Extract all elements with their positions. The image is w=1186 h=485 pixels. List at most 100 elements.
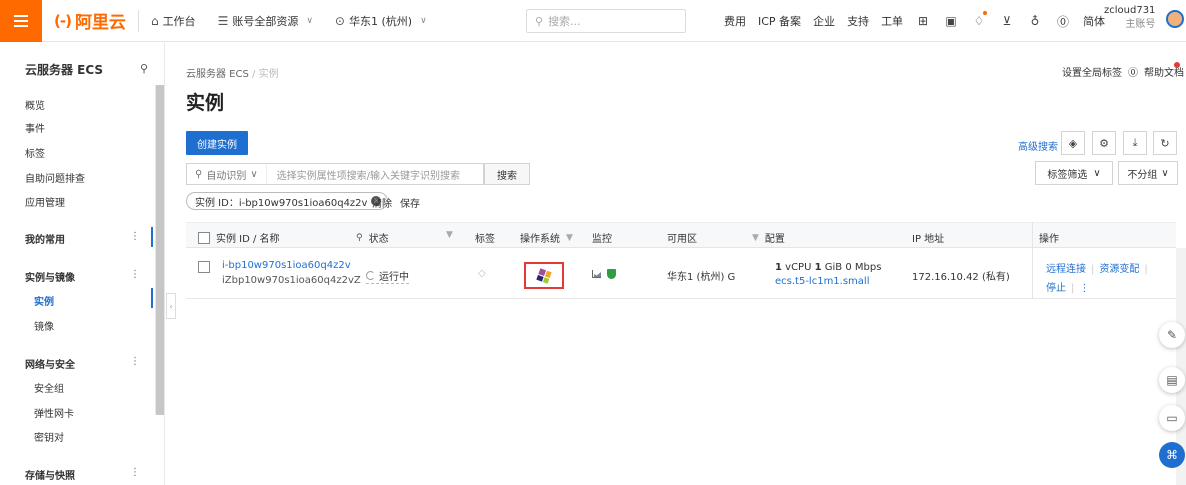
menu-icon[interactable] (0, 0, 42, 42)
refresh-icon[interactable]: ↻ (1153, 131, 1177, 155)
instance-status: 运行中 (366, 268, 409, 284)
sidebar-group-network-security[interactable]: 网络与安全 (25, 356, 75, 371)
status-label: 运行中 (379, 272, 409, 283)
breadcrumb-current: 实例 (258, 69, 279, 80)
help-icon: ⓪ (1128, 68, 1138, 79)
sidebar-item-keypairs[interactable]: 密钥对 (34, 429, 64, 444)
sidebar-item-eni[interactable]: 弹性网卡 (34, 405, 74, 420)
chevron-down-icon: ∨ (1093, 167, 1101, 179)
config-cpu-count: 1 (775, 262, 782, 273)
create-instance-button[interactable]: 创建实例 (186, 131, 248, 155)
header-os: 操作系统 ▼ (520, 230, 573, 246)
filter-icon[interactable]: ▼ (566, 233, 573, 243)
global-search-input[interactable]: ⚲ 搜索... (526, 9, 686, 33)
chat-icon[interactable]: ▭ (1159, 405, 1185, 431)
instance-type-link[interactable]: ecs.t5-lc1m1.small (775, 276, 870, 287)
group-filter-dropdown[interactable]: 不分组 ∨ (1118, 161, 1178, 185)
lightbulb-icon[interactable]: ♁ (1027, 14, 1043, 28)
clear-filter-link[interactable]: 清除 (372, 195, 392, 210)
user-menu[interactable]: zcloud731 主账号 (1104, 4, 1155, 32)
row-checkbox[interactable] (198, 261, 210, 273)
monitor-cell (592, 269, 616, 279)
gear-icon[interactable]: ⚙ (1092, 131, 1116, 155)
sidebar-item-tags[interactable]: 标签 (25, 145, 45, 160)
icp-link[interactable]: ICP 备案 (758, 13, 801, 29)
download-icon[interactable]: ⤓ (1123, 131, 1147, 155)
sidebar-group-favorites[interactable]: 我的常用 (25, 231, 65, 246)
list-icon: ☰ (217, 13, 229, 28)
more-icon[interactable]: ⋮ (130, 269, 140, 280)
collapse-sidebar-button[interactable]: ‹ (166, 293, 176, 319)
logo-mark: (-) (54, 11, 72, 30)
sidebar-item-events[interactable]: 事件 (25, 120, 45, 135)
edit-icon[interactable]: ✎ (1159, 322, 1185, 348)
more-icon[interactable]: ⋮ (130, 356, 140, 367)
support-link[interactable]: 支持 (847, 13, 869, 29)
global-tags-link[interactable]: 设置全局标签 (1062, 64, 1122, 79)
location-icon: ⊙ (334, 13, 345, 28)
aliyun-logo[interactable]: (-) 阿里云 (54, 8, 126, 34)
enterprise-link[interactable]: 企业 (813, 13, 835, 29)
filter-icon[interactable]: ▼ (752, 233, 759, 243)
red-dot-badge (1174, 62, 1180, 68)
bell-icon[interactable]: ♢ (971, 11, 988, 28)
apps-icon[interactable]: ⌘ (1159, 442, 1185, 468)
sidebar-group-instances-images[interactable]: 实例与镜像 (25, 269, 75, 284)
account-resources-dropdown[interactable]: ☰ 账号全部资源 ∨ (218, 13, 313, 29)
sidebar-group-storage[interactable]: 存储与快照 (25, 467, 75, 482)
layers-icon[interactable]: ◈ (1061, 131, 1085, 155)
language-switch[interactable]: 简体 (1083, 13, 1105, 29)
chart-icon[interactable] (592, 270, 601, 278)
tag-icon[interactable]: ◇ (478, 268, 486, 279)
sidebar-item-overview[interactable]: 概览 (25, 97, 45, 112)
shield-icon[interactable] (607, 269, 616, 279)
fees-link[interactable]: 费用 (724, 13, 746, 29)
avatar[interactable] (1166, 10, 1184, 28)
filter-type-label: 自动识别 (206, 170, 247, 182)
centos-icon (536, 267, 552, 284)
stop-link[interactable]: 停止 (1046, 283, 1066, 294)
workbench-link[interactable]: ⌂ 工作台 (151, 13, 196, 29)
sidebar-item-instances[interactable]: 实例 (34, 293, 54, 308)
region-dropdown[interactable]: ⊙ 华东1 (杭州) ∨ (335, 13, 427, 29)
region-label: 华东1 (杭州) (348, 14, 413, 28)
search-icon[interactable]: ⚲ (140, 62, 148, 75)
account-role: 主账号 (1125, 19, 1156, 30)
search-button[interactable]: 搜索 (484, 163, 530, 185)
more-icon[interactable]: ⋮ (130, 231, 140, 242)
instance-id-link[interactable]: i-bp10w970s1ioa60q4z2v (222, 260, 351, 271)
ticket-link[interactable]: 工单 (881, 13, 903, 29)
username: zcloud731 (1104, 5, 1156, 16)
help-icon[interactable]: ⓪ (1055, 13, 1071, 30)
advanced-search-link[interactable]: 高级搜索 (1018, 138, 1058, 153)
header-zone: 可用区 (667, 234, 697, 245)
filter-chip-actions: 清除 保存 (372, 195, 420, 210)
sidebar-scrollbar-thumb[interactable] (156, 85, 164, 415)
book-icon[interactable]: ▤ (1159, 367, 1185, 393)
more-icon[interactable]: ⋮ (1079, 283, 1089, 294)
sidebar-item-security-groups[interactable]: 安全组 (34, 380, 64, 395)
app-icon[interactable]: ⊞ (915, 14, 931, 28)
breadcrumb-root[interactable]: 云服务器 ECS (186, 69, 249, 80)
sidebar-item-app-management[interactable]: 应用管理 (25, 194, 65, 209)
select-all-checkbox[interactable] (198, 231, 210, 244)
table-row: i-bp10w970s1ioa60q4z2v iZbp10w970s1ioa60… (186, 248, 1176, 299)
breadcrumb-separator: / (252, 69, 256, 80)
instance-filter-input[interactable]: ⚲ 自动识别 ∨ 选择实例属性项搜索/输入关键字识别搜索 (186, 163, 484, 185)
sidebar-item-images[interactable]: 镜像 (34, 318, 54, 333)
filter-chip-label: 实例 ID：i-bp10w970s1ioa60q4z2v (195, 197, 368, 209)
breadcrumb: 云服务器 ECS / 实例 (186, 65, 279, 80)
cart-icon[interactable]: ⊻ (999, 14, 1015, 28)
terminal-icon[interactable]: ▣ (943, 14, 959, 28)
search-icon[interactable]: ⚲ (356, 233, 363, 243)
save-filter-link[interactable]: 保存 (400, 195, 420, 210)
sidebar-item-troubleshoot[interactable]: 自助问题排查 (25, 170, 85, 185)
status-filter-icon[interactable]: ▼ (446, 230, 453, 240)
tag-filter-dropdown[interactable]: 标签筛选 ∨ (1035, 161, 1113, 185)
filter-type-select[interactable]: ⚲ 自动识别 ∨ (187, 164, 267, 184)
remote-connect-link[interactable]: 远程连接 (1046, 264, 1086, 275)
os-icon-highlight[interactable] (524, 262, 564, 289)
account-resources-label: 账号全部资源 (232, 14, 299, 28)
more-icon[interactable]: ⋮ (130, 467, 140, 478)
change-config-link[interactable]: 资源变配 (1099, 264, 1139, 275)
